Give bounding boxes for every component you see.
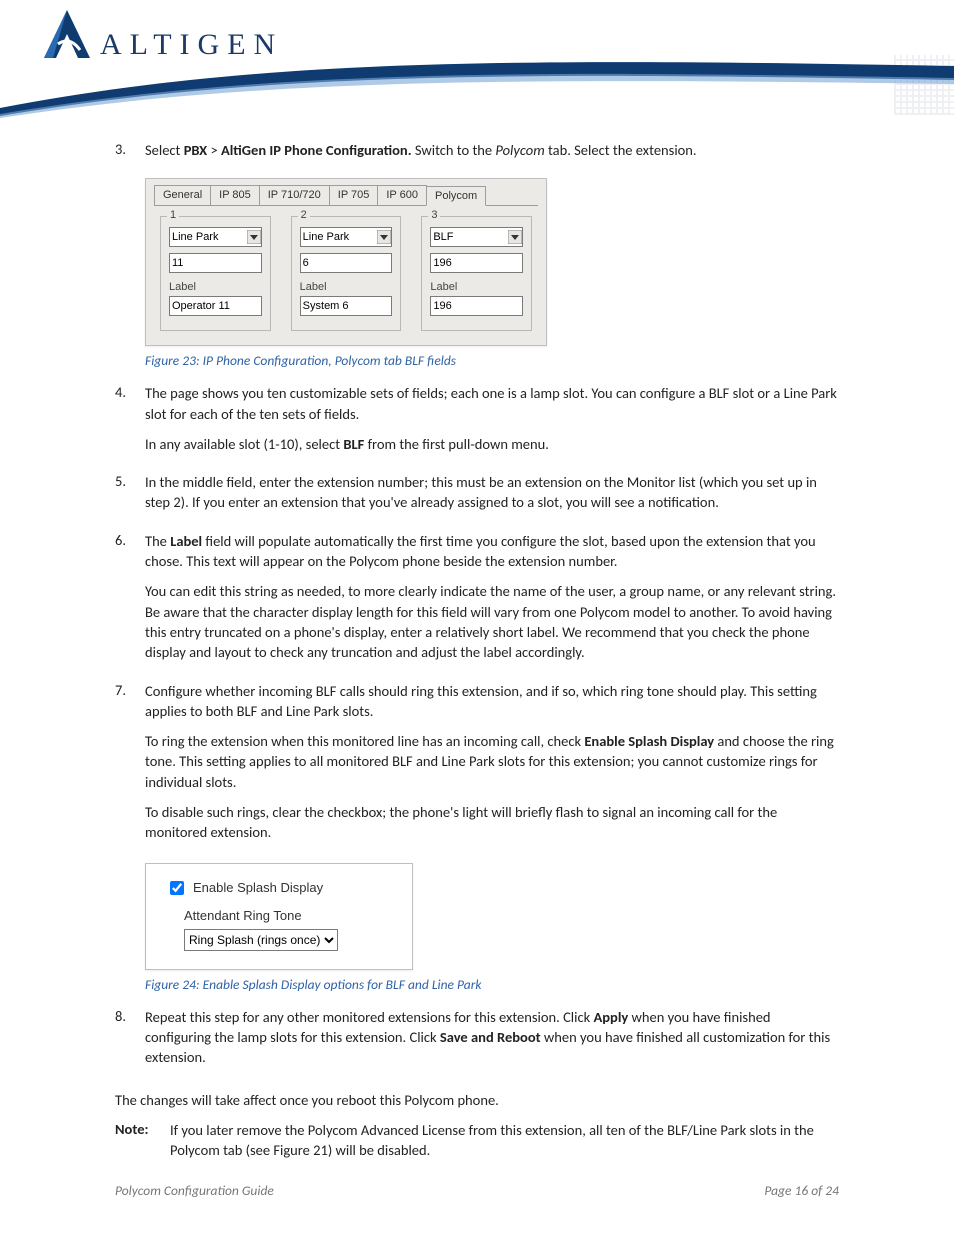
slot-1-label-input[interactable] — [169, 296, 262, 316]
attendant-ring-tone-select[interactable]: Ring Splash (rings once) — [184, 929, 338, 951]
page-footer: Polycom Configuration Guide Page 16 of 2… — [115, 1182, 839, 1199]
step-6-p2: You can edit this string as needed, to m… — [145, 581, 839, 662]
step-5: 5. In the middle field, enter the extens… — [115, 472, 839, 523]
slot-3-type-select[interactable] — [430, 227, 523, 247]
slot-3-value-input[interactable] — [430, 253, 523, 273]
tab-strip: General IP 805 IP 710/720 IP 705 IP 600 … — [146, 179, 546, 205]
slot-2: 2 Label — [291, 216, 402, 331]
step-number: 6. — [115, 531, 145, 673]
slot-2-value-input[interactable] — [300, 253, 393, 273]
slot-1-type-select[interactable] — [169, 227, 262, 247]
slot-3-label-text: Label — [430, 281, 523, 293]
slot-1: 1 Label — [160, 216, 271, 331]
slot-1-label-text: Label — [169, 281, 262, 293]
slot-2-legend: 2 — [298, 209, 310, 221]
note-label: Note: — [115, 1120, 170, 1161]
step-number: 3. — [115, 140, 145, 170]
step-7-p1: Configure whether incoming BLF calls sho… — [145, 681, 839, 722]
step-number: 8. — [115, 1007, 145, 1078]
tab-ip710-720[interactable]: IP 710/720 — [259, 185, 330, 205]
step-7-p2: To ring the extension when this monitore… — [145, 731, 839, 792]
slot-2-label-text: Label — [300, 281, 393, 293]
step-6: 6. The Label field will populate automat… — [115, 531, 839, 673]
tab-general[interactable]: General — [154, 185, 211, 205]
page-header: ALTIGEN — [0, 0, 954, 130]
slot-3: 3 Label — [421, 216, 532, 331]
step-5-p1: In the middle field, enter the extension… — [145, 472, 839, 513]
enable-splash-display-checkbox[interactable] — [170, 881, 184, 895]
slot-2-label-input[interactable] — [300, 296, 393, 316]
step-number: 5. — [115, 472, 145, 523]
closing-paragraph: The changes will take affect once you re… — [115, 1090, 839, 1110]
slot-1-value-input[interactable] — [169, 253, 262, 273]
step-7-p3: To disable such rings, clear the checkbo… — [145, 802, 839, 843]
step-4-p2: In any available slot (1-10), select BLF… — [145, 434, 839, 454]
step-3-text: Select PBX > AltiGen IP Phone Configurat… — [145, 140, 839, 160]
note-text: If you later remove the Polycom Advanced… — [170, 1120, 839, 1161]
footer-page-number: Page 16 of 24 — [764, 1182, 839, 1199]
step-7: 7. Configure whether incoming BLF calls … — [115, 681, 839, 853]
slot-1-legend: 1 — [167, 209, 179, 221]
step-8: 8. Repeat this step for any other monito… — [115, 1007, 839, 1078]
step-6-p1: The Label field will populate automatica… — [145, 531, 839, 572]
slot-3-label-input[interactable] — [430, 296, 523, 316]
header-swoosh-icon — [0, 48, 954, 118]
figure-23-caption: Figure 23: IP Phone Configuration, Polyc… — [145, 352, 839, 369]
footer-title: Polycom Configuration Guide — [115, 1182, 274, 1199]
tab-ip705[interactable]: IP 705 — [329, 185, 379, 205]
figure-24-caption: Figure 24: Enable Splash Display options… — [145, 976, 839, 993]
step-number: 4. — [115, 383, 145, 464]
slot-3-legend: 3 — [428, 209, 440, 221]
step-4: 4. The page shows you ten customizable s… — [115, 383, 839, 464]
tab-ip600[interactable]: IP 600 — [377, 185, 427, 205]
figure-24-screenshot: Enable Splash Display Attendant Ring Ton… — [145, 863, 413, 970]
step-8-p1: Repeat this step for any other monitored… — [145, 1007, 839, 1068]
tab-polycom[interactable]: Polycom — [426, 186, 486, 206]
slot-2-type-select[interactable] — [300, 227, 393, 247]
figure-23-screenshot: General IP 805 IP 710/720 IP 705 IP 600 … — [145, 178, 547, 346]
step-number: 7. — [115, 681, 145, 853]
attendant-ring-tone-label: Attendant Ring Tone — [184, 908, 396, 923]
tab-ip805[interactable]: IP 805 — [210, 185, 260, 205]
note-block: Note: If you later remove the Polycom Ad… — [115, 1120, 839, 1161]
enable-splash-display-label: Enable Splash Display — [193, 880, 323, 895]
step-3: 3. Select PBX > AltiGen IP Phone Configu… — [115, 140, 839, 170]
step-4-p1: The page shows you ten customizable sets… — [145, 383, 839, 424]
